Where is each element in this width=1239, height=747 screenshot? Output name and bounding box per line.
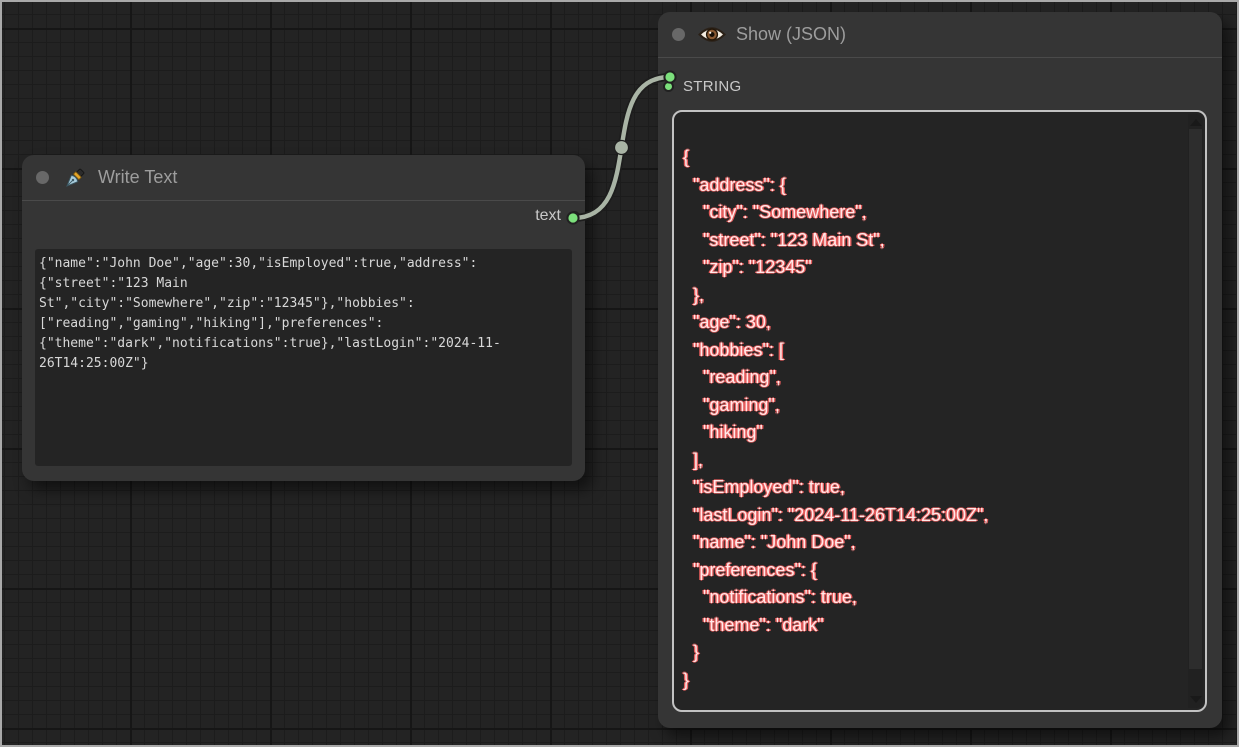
scrollbar[interactable] xyxy=(1188,114,1203,708)
node-write-text[interactable]: Write Text text {"name":"John Doe","age"… xyxy=(22,155,585,481)
eye-icon xyxy=(698,25,726,44)
scrollbar-thumb[interactable] xyxy=(1189,129,1202,669)
input-slot-dot[interactable] xyxy=(663,81,674,92)
node-title: Write Text xyxy=(98,167,177,188)
link-wire[interactable] xyxy=(573,77,670,218)
text-widget-input[interactable]: {"name":"John Doe","age":30,"isEmployed"… xyxy=(35,249,572,466)
node-write-text-header[interactable]: Write Text xyxy=(22,155,585,201)
scroll-up-icon[interactable] xyxy=(1190,119,1202,126)
node-show-json-header[interactable]: Show (JSON) xyxy=(658,12,1222,58)
pen-nib-icon xyxy=(62,165,88,191)
output-slot-label: text xyxy=(535,207,561,225)
collapse-dot[interactable] xyxy=(672,28,685,41)
json-display-box[interactable]: { "address": { "city": "Somewhere", "str… xyxy=(672,110,1207,712)
input-slot-label: STRING xyxy=(683,78,741,95)
node-show-json[interactable]: Show (JSON) STRING { "address": { "city"… xyxy=(658,12,1222,728)
link-midpoint-dot xyxy=(615,141,629,155)
node-title: Show (JSON) xyxy=(736,24,846,45)
json-display-text: { "address": { "city": "Somewhere", "str… xyxy=(674,112,1185,710)
collapse-dot[interactable] xyxy=(36,171,49,184)
input-slot-string[interactable]: STRING xyxy=(663,78,741,95)
scroll-down-icon[interactable] xyxy=(1190,696,1202,703)
output-slot-text[interactable]: text xyxy=(535,207,580,225)
output-slot-dot[interactable] xyxy=(569,211,580,222)
